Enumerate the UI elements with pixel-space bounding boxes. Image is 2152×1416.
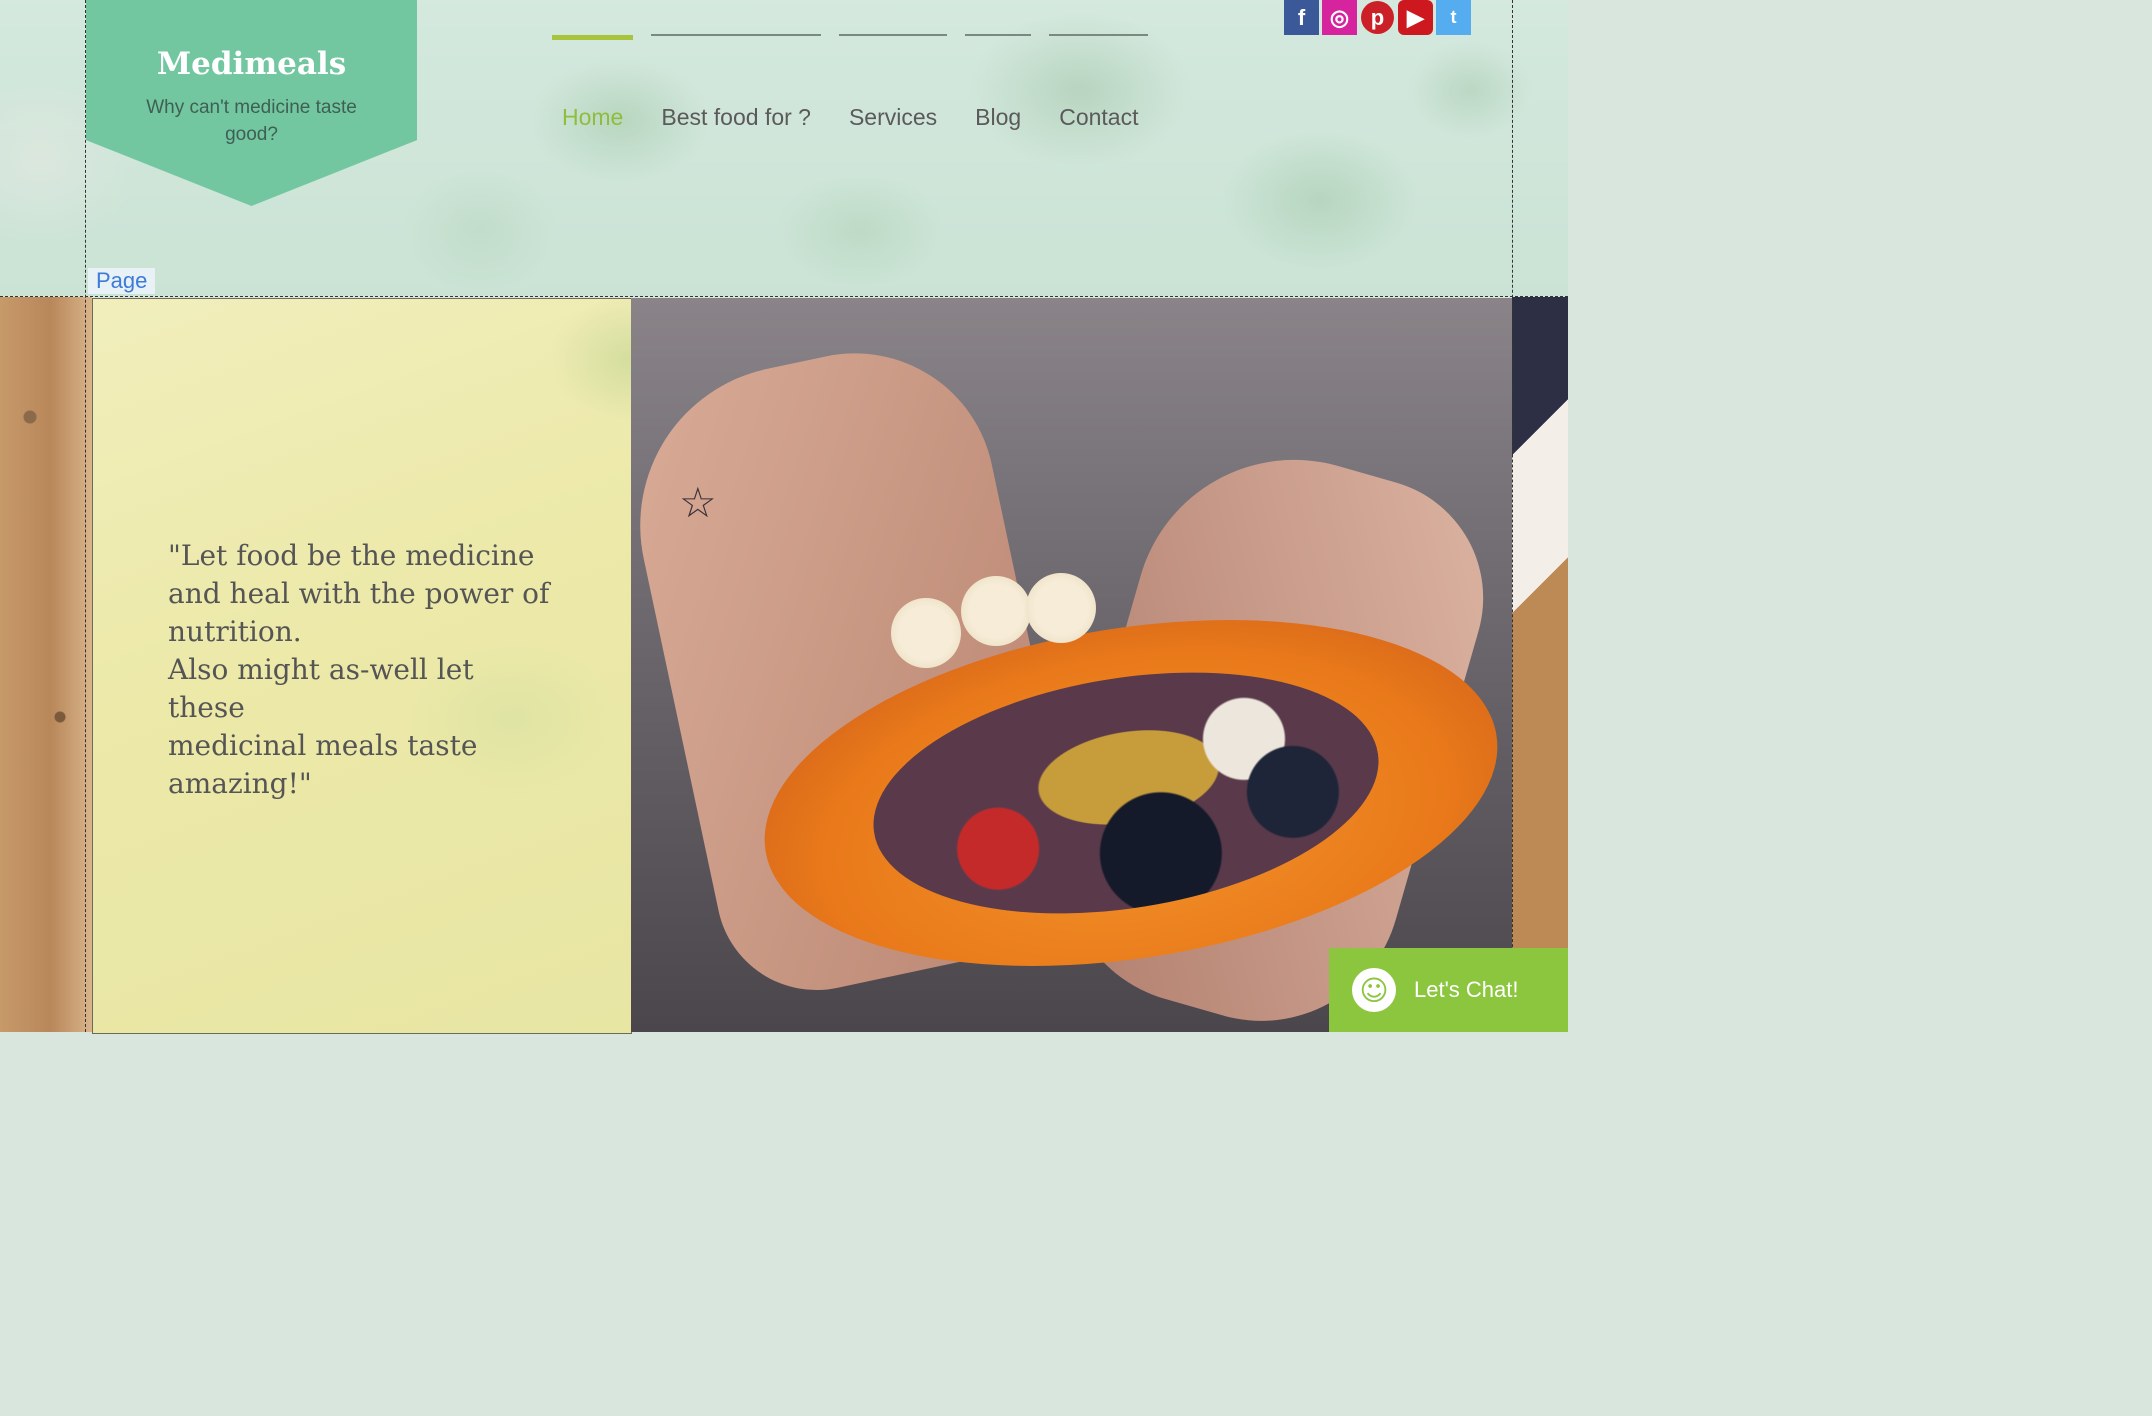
- nav-contact[interactable]: Contact: [1049, 30, 1149, 131]
- instagram-icon[interactable]: ◎: [1322, 0, 1357, 35]
- main-nav: Home Best food for ? Services Blog Conta…: [551, 30, 1176, 131]
- nav-services[interactable]: Services: [838, 30, 948, 131]
- chat-widget[interactable]: ☺ Let's Chat!: [1329, 948, 1568, 1032]
- twitter-icon[interactable]: t: [1436, 0, 1471, 35]
- nav-home[interactable]: Home: [551, 30, 634, 131]
- nav-best-food[interactable]: Best food for ?: [651, 30, 821, 131]
- photo-banana-slice: [1026, 573, 1096, 643]
- social-bar: f ◎ p ▶ t: [1284, 0, 1471, 35]
- section-tag-page[interactable]: Page: [88, 268, 156, 294]
- youtube-icon[interactable]: ▶: [1398, 0, 1433, 35]
- pinterest-icon[interactable]: p: [1361, 1, 1394, 34]
- smiley-icon: ☺: [1352, 968, 1396, 1012]
- hero-quote: "Let food be the medicine and heal with …: [168, 539, 550, 800]
- guide-line-header: [0, 296, 1568, 297]
- quote-panel: "Let food be the medicine and heal with …: [92, 298, 632, 1034]
- site-tagline: Why can't medicine taste good?: [146, 97, 357, 145]
- background-strip-right: [1512, 297, 1568, 1032]
- background-strip-left: [0, 297, 92, 1032]
- site-title[interactable]: Medimeals: [86, 46, 417, 82]
- guide-line-right: [1512, 0, 1513, 1032]
- photo-banana-slice: [961, 576, 1031, 646]
- photo-star-tattoo: ☆: [679, 478, 717, 527]
- chat-label: Let's Chat!: [1414, 977, 1519, 1002]
- hero-photo-papaya-bowl: ☆: [631, 298, 1512, 1032]
- nav-blog[interactable]: Blog: [965, 30, 1032, 131]
- photo-banana-slice: [891, 598, 961, 668]
- guide-line-left: [85, 0, 86, 1032]
- facebook-icon[interactable]: f: [1284, 0, 1319, 35]
